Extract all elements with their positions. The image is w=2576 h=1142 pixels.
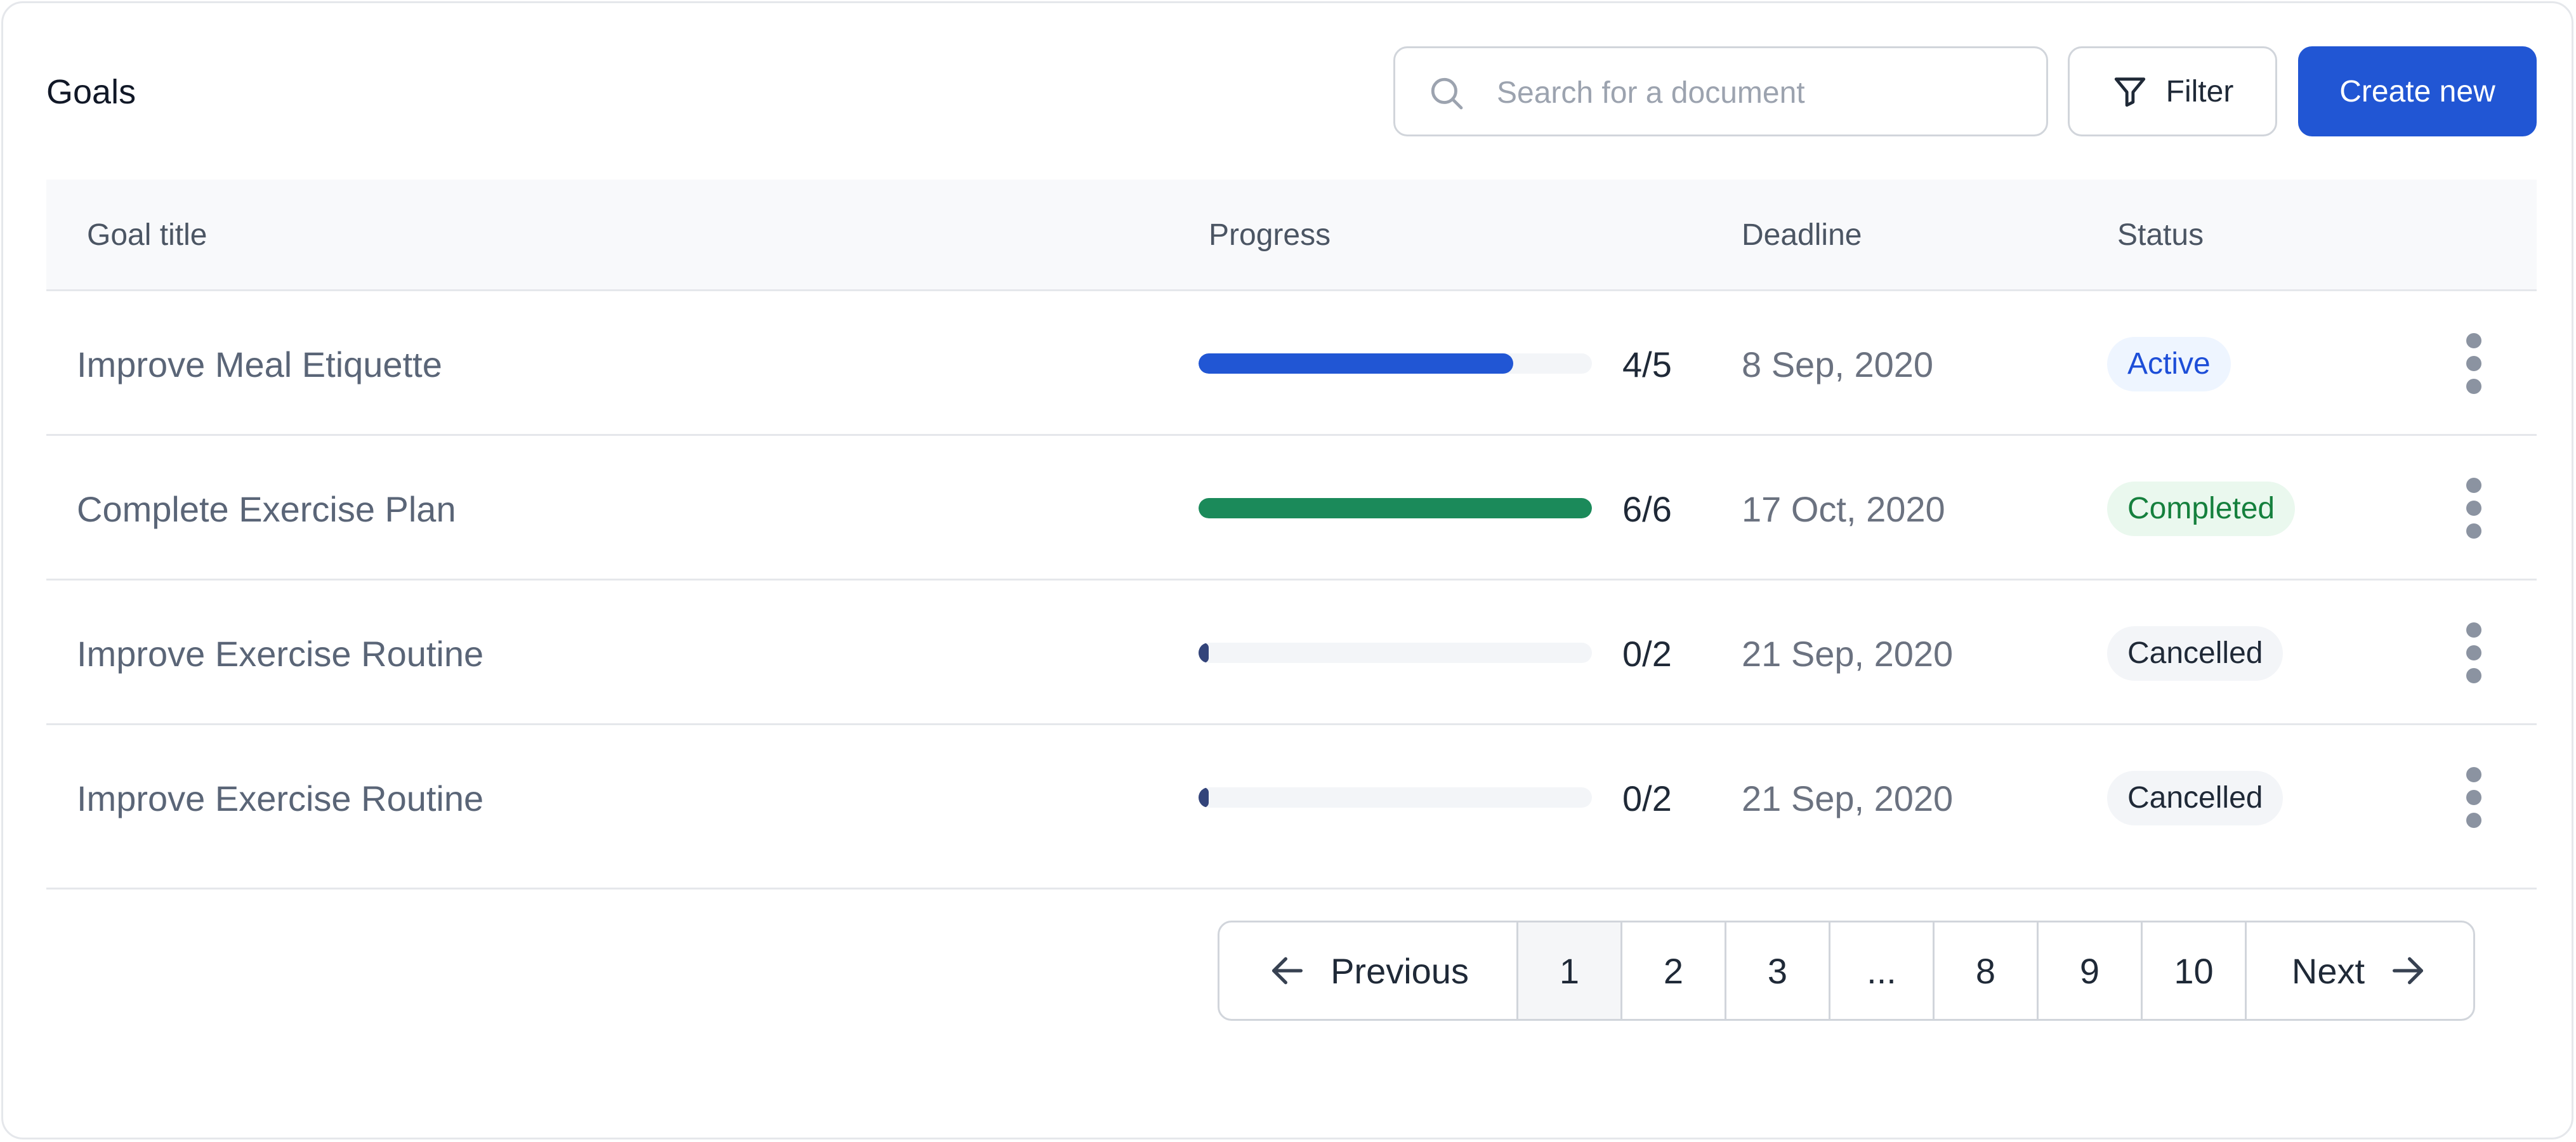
more-vertical-icon[interactable]: [2461, 620, 2487, 686]
status-badge: Active: [2107, 337, 2231, 391]
status-badge: Cancelled: [2107, 626, 2284, 681]
search-input[interactable]: [1497, 67, 2017, 118]
search-box[interactable]: [1393, 46, 2048, 136]
table-row[interactable]: Improve Exercise Routine 0/2 21 Sep, 202…: [46, 581, 2537, 725]
deadline: 8 Sep, 2020: [1742, 345, 1934, 384]
table-header: Goal title Progress Deadline Status: [46, 180, 2537, 291]
column-header-goal-title: Goal title: [87, 218, 207, 252]
status-badge: Completed: [2107, 482, 2296, 536]
column-header-status: Status: [2117, 218, 2204, 252]
more-vertical-icon[interactable]: [2461, 475, 2487, 541]
search-icon: [1431, 77, 1463, 110]
goal-title: Improve Exercise Routine: [77, 778, 484, 818]
progress-count: 0/2: [1622, 634, 1672, 674]
create-new-button[interactable]: Create new: [2298, 46, 2537, 136]
progress-count: 0/2: [1622, 778, 1672, 818]
goal-title: Complete Exercise Plan: [77, 489, 456, 529]
page-button-8[interactable]: 8: [1933, 922, 2037, 1019]
column-header-progress: Progress: [1209, 218, 1331, 252]
table-row[interactable]: Improve Exercise Routine 0/2 21 Sep, 202…: [46, 725, 2537, 889]
progress-bar-fill: [1199, 353, 1513, 374]
more-vertical-icon[interactable]: [2461, 765, 2487, 830]
filter-button-label: Filter: [2165, 74, 2234, 108]
progress-bar: [1199, 643, 1592, 663]
more-vertical-icon[interactable]: [2461, 331, 2487, 397]
page-button-2[interactable]: 2: [1620, 922, 1725, 1019]
table-row[interactable]: Complete Exercise Plan 6/6 17 Oct, 2020 …: [46, 436, 2537, 581]
page-button-1[interactable]: 1: [1516, 922, 1620, 1019]
page-button-10[interactable]: 10: [2141, 922, 2245, 1019]
progress-bar-fill: [1199, 498, 1592, 518]
progress-bar-fill: [1199, 787, 1209, 808]
table-row[interactable]: Improve Meal Etiquette 4/5 8 Sep, 2020 A…: [46, 291, 2537, 436]
progress-count: 4/5: [1622, 345, 1672, 384]
previous-page-button[interactable]: Previous: [1219, 922, 1516, 1019]
column-header-deadline: Deadline: [1742, 218, 1862, 252]
previous-page-label: Previous: [1331, 950, 1469, 991]
next-page-button[interactable]: Next: [2245, 922, 2473, 1019]
page-button-9[interactable]: 9: [2037, 922, 2141, 1019]
page-title: Goals: [46, 73, 136, 111]
filter-icon: [2114, 77, 2145, 107]
progress-count: 6/6: [1622, 489, 1672, 529]
deadline: 17 Oct, 2020: [1742, 489, 1945, 529]
progress-bar: [1199, 787, 1592, 808]
progress-bar: [1199, 353, 1592, 374]
page-ellipsis: ...: [1829, 922, 1933, 1019]
goal-title: Improve Meal Etiquette: [77, 345, 442, 384]
progress-bar: [1199, 498, 1592, 518]
goal-title: Improve Exercise Routine: [77, 634, 484, 674]
deadline: 21 Sep, 2020: [1742, 778, 1954, 818]
next-page-label: Next: [2291, 950, 2365, 991]
goals-card: Goals Filter Create new Goal title Progr…: [1, 1, 2573, 1139]
pagination: Previous 1 2 3 ... 8 9 10 Next: [1218, 921, 2475, 1021]
arrow-left-icon: [1272, 957, 1303, 985]
deadline: 21 Sep, 2020: [1742, 634, 1954, 674]
status-badge: Cancelled: [2107, 771, 2284, 825]
arrow-right-icon: [2393, 957, 2424, 985]
filter-button[interactable]: Filter: [2068, 46, 2277, 136]
progress-bar-fill: [1199, 643, 1209, 663]
page-button-3[interactable]: 3: [1725, 922, 1829, 1019]
